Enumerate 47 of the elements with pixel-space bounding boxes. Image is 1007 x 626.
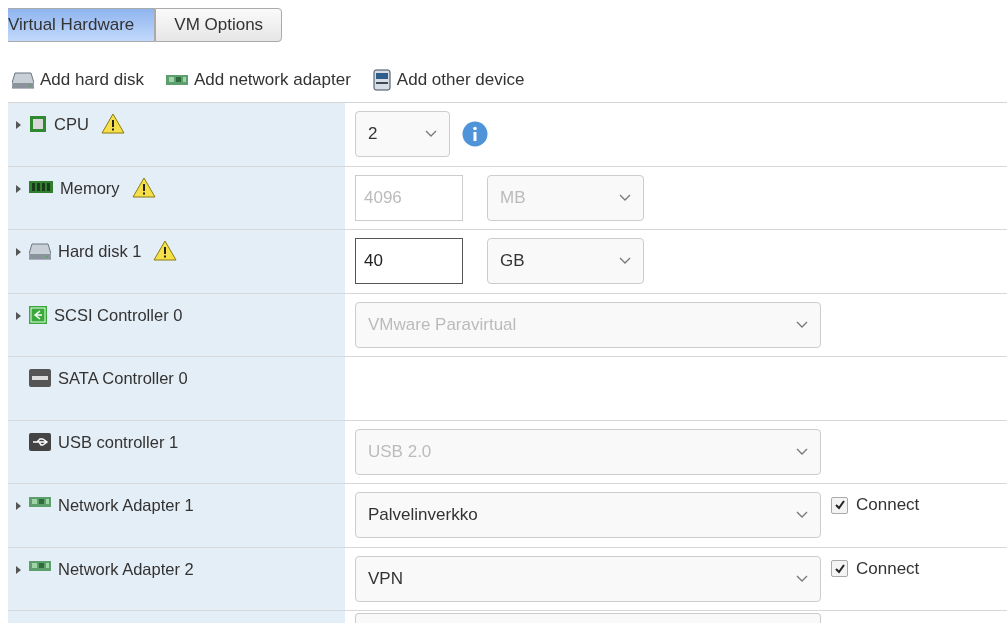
sata-controller-icon bbox=[29, 369, 51, 387]
chevron-down-icon bbox=[619, 257, 631, 266]
device-label: Network Adapter 1 bbox=[58, 496, 194, 515]
usb-icon bbox=[29, 432, 51, 451]
network-card-icon bbox=[29, 559, 51, 572]
expand-arrow-icon[interactable] bbox=[16, 248, 22, 256]
checkbox-label: Connect bbox=[856, 495, 920, 516]
expand-arrow-icon[interactable] bbox=[16, 184, 22, 193]
dropdown[interactable]: Palvelinverkko bbox=[355, 492, 821, 539]
chevron-down-icon bbox=[619, 193, 631, 202]
chip-icon bbox=[29, 115, 47, 133]
toolbar-link[interactable]: Add network adapter bbox=[193, 70, 351, 90]
expand-arrow-icon[interactable] bbox=[16, 121, 22, 129]
device-label: SCSI Controller 0 bbox=[54, 305, 183, 325]
chevron-down-icon bbox=[796, 447, 808, 456]
dropdown[interactable]: 2 bbox=[355, 111, 450, 158]
chevron-down-icon bbox=[796, 511, 808, 520]
computer-device-icon bbox=[372, 69, 391, 91]
toolbar-link[interactable]: Add other device bbox=[396, 70, 525, 90]
dropdown[interactable]: VPN bbox=[355, 555, 821, 602]
chevron-down-icon bbox=[796, 320, 808, 329]
device-label: Memory bbox=[60, 178, 120, 198]
device-label: SATA Controller 0 bbox=[58, 369, 188, 388]
device-label: Hard disk 1 bbox=[58, 242, 142, 261]
device-label: CPU bbox=[54, 115, 89, 134]
device-label: Network Adapter 2 bbox=[58, 559, 194, 579]
checkbox-label: Connect bbox=[856, 558, 920, 579]
expand-arrow-icon[interactable] bbox=[16, 565, 22, 574]
network-card-icon bbox=[29, 496, 51, 508]
number-field[interactable]: 40 bbox=[355, 238, 463, 285]
expand-arrow-icon[interactable] bbox=[16, 311, 22, 320]
checkbox[interactable] bbox=[831, 496, 848, 514]
network-card-icon bbox=[165, 74, 188, 86]
controller-icon bbox=[29, 305, 47, 324]
warning-icon bbox=[153, 240, 178, 261]
tab[interactable]: Virtual Hardware bbox=[8, 8, 156, 42]
tab[interactable]: VM Options bbox=[155, 8, 283, 42]
warning-icon bbox=[131, 176, 156, 198]
toolbar-link[interactable]: Add hard disk bbox=[40, 70, 144, 90]
memory-module-icon bbox=[29, 178, 53, 195]
chevron-down-icon bbox=[425, 130, 437, 139]
device-label: USB controller 1 bbox=[58, 432, 179, 452]
dropdown[interactable]: GB bbox=[487, 238, 644, 285]
checkbox[interactable] bbox=[831, 560, 848, 578]
chevron-down-icon bbox=[796, 574, 808, 583]
warning-icon bbox=[100, 113, 125, 134]
expand-arrow-icon[interactable] bbox=[16, 502, 22, 510]
